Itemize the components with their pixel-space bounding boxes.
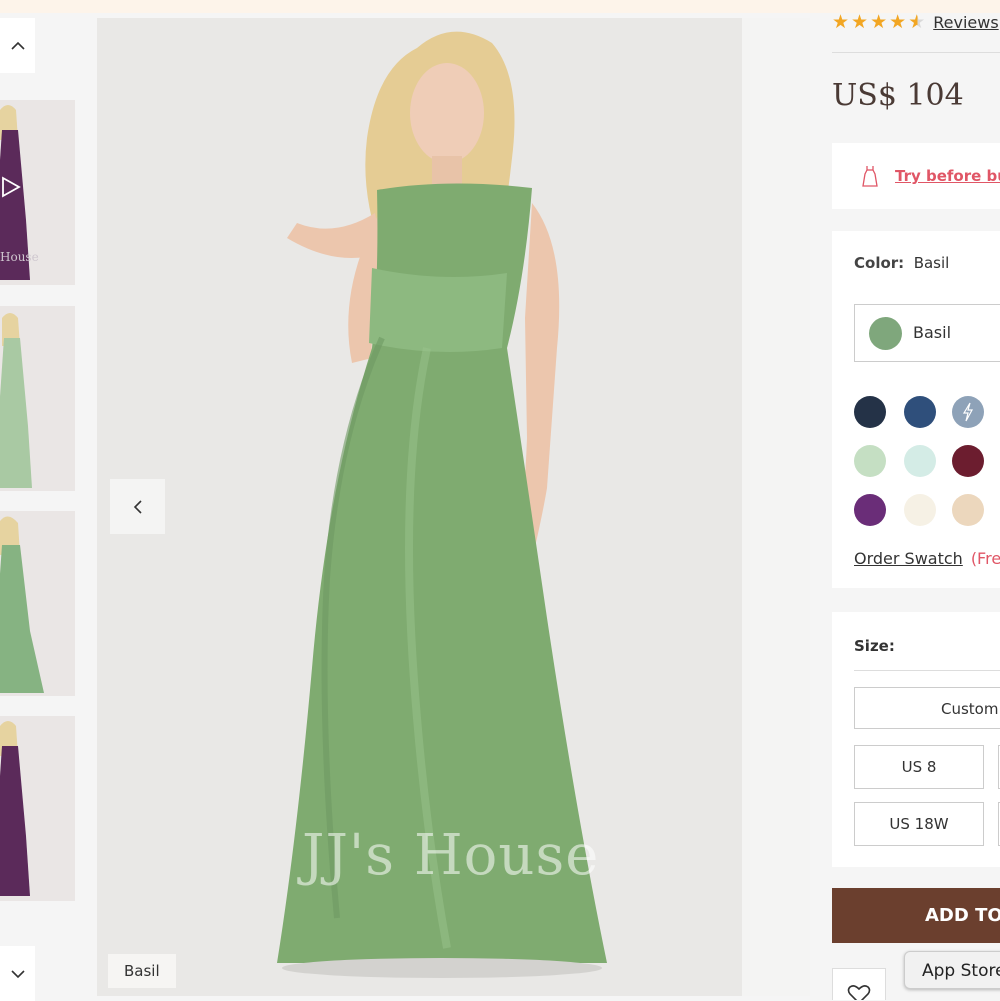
- color-selector-card: Color: Basil Basil Order Swatch (Free: [832, 231, 1000, 588]
- selected-color-dropdown[interactable]: Basil: [854, 304, 1000, 362]
- order-swatch-link[interactable]: Order Swatch: [854, 549, 963, 568]
- add-to-bag-button[interactable]: ADD TO BAG: [832, 888, 1000, 943]
- size-option-us-18w[interactable]: US 18W: [854, 802, 984, 846]
- order-swatch-note: (Free: [970, 549, 1000, 568]
- selected-color-swatch: [869, 317, 902, 350]
- thumbnail-dress-figure: [0, 313, 32, 488]
- app-store-button[interactable]: App Store: [904, 951, 1000, 989]
- color-swatch[interactable]: [952, 445, 984, 477]
- size-selector-card: Size: Custom US 8 US 18W: [832, 612, 1000, 867]
- reviews-link[interactable]: Reviews: [933, 13, 998, 32]
- color-swatch[interactable]: [952, 494, 984, 526]
- heart-icon: [847, 985, 871, 1000]
- previous-image-button[interactable]: [110, 479, 165, 534]
- play-video-icon: [2, 176, 21, 198]
- divider: [854, 670, 1000, 671]
- star-icon: ★: [889, 11, 907, 33]
- selected-color-name: Basil: [913, 323, 952, 342]
- thumbnail-2[interactable]: [0, 306, 75, 491]
- thumbnail-dress-figure: [0, 516, 44, 693]
- thumbnail-column: House: [0, 13, 80, 1001]
- thumbnails-up-button[interactable]: [0, 18, 35, 73]
- image-watermark: JJ's House: [302, 823, 600, 888]
- wishlist-button[interactable]: [832, 968, 886, 1000]
- thumbnail-dress-figure: [0, 721, 30, 896]
- color-label: Color:: [854, 254, 905, 272]
- next-image-button[interactable]: [742, 18, 810, 996]
- chevron-up-icon: [10, 41, 25, 50]
- thumbnail-3[interactable]: [0, 511, 75, 696]
- star-icon: ★: [870, 11, 888, 33]
- divider: [832, 52, 1000, 53]
- lightning-icon: [962, 402, 974, 422]
- color-swatch[interactable]: [904, 445, 936, 477]
- thumbnail-4[interactable]: [0, 716, 75, 901]
- color-swatch[interactable]: [854, 396, 886, 428]
- order-swatch-row: Order Swatch (Free: [854, 549, 1000, 568]
- star-icon: ★: [832, 11, 850, 33]
- current-color-tag: Basil: [108, 954, 176, 988]
- half-star-icon: ★: [908, 11, 926, 33]
- chevron-left-icon: [133, 499, 142, 514]
- main-product-image: D JJ's House Basil: [97, 18, 810, 996]
- thumbnail-1[interactable]: House: [0, 100, 75, 285]
- try-before-buy-link[interactable]: Try before buy: [895, 167, 1000, 185]
- color-swatch[interactable]: [854, 494, 886, 526]
- size-option-us-8[interactable]: US 8: [854, 745, 984, 789]
- size-option-custom[interactable]: Custom: [854, 687, 1000, 729]
- chevron-down-icon: [10, 969, 25, 978]
- color-value: Basil: [913, 254, 950, 272]
- color-swatch[interactable]: [904, 494, 936, 526]
- color-swatch-express[interactable]: [952, 396, 984, 428]
- dress-icon: [862, 166, 878, 187]
- star-icon: ★: [851, 11, 869, 33]
- color-label-row: Color: Basil: [854, 254, 949, 272]
- thumbnails-down-button[interactable]: [0, 946, 35, 1001]
- color-swatch[interactable]: [904, 396, 936, 428]
- try-before-buy-card: Try before buy: [832, 143, 1000, 209]
- rating-row: ★ ★ ★ ★ ★ Reviews: [832, 10, 999, 34]
- product-info-panel: ★ ★ ★ ★ ★ Reviews US$ 104 Try before buy…: [832, 0, 1000, 1000]
- color-swatch[interactable]: [854, 445, 886, 477]
- size-label: Size:: [854, 637, 895, 655]
- product-price: US$ 104: [832, 78, 964, 113]
- thumbnail-watermark: House: [0, 250, 39, 264]
